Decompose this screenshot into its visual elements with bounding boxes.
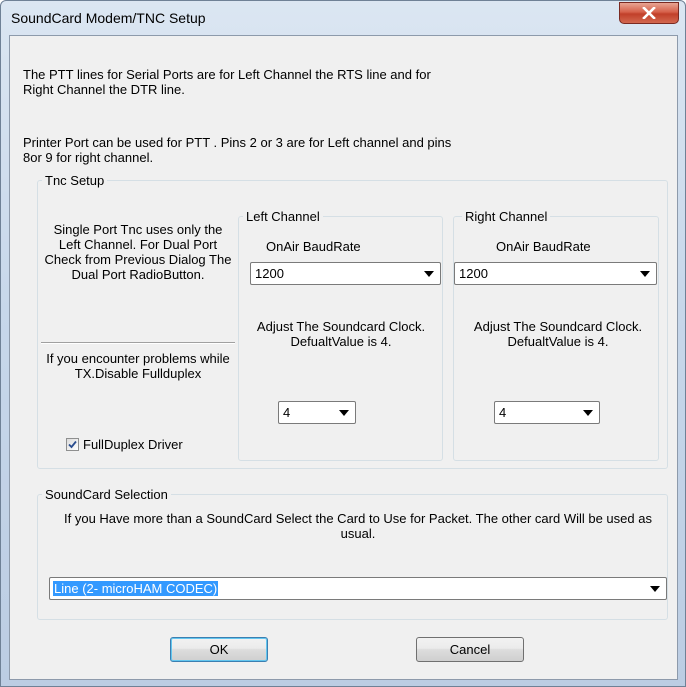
right-clock-value: 4 (499, 405, 507, 420)
close-icon (642, 7, 656, 19)
tnc-setup-legend: Tnc Setup (42, 173, 108, 188)
soundcard-selection-info: If you Have more than a SoundCard Select… (64, 511, 652, 541)
soundcard-selection-legend: SoundCard Selection (42, 487, 171, 502)
window-title: SoundCard Modem/TNC Setup (11, 10, 206, 26)
left-clock-value: 4 (283, 405, 291, 420)
ok-button[interactable]: OK (170, 637, 268, 662)
fullduplex-checkbox[interactable] (66, 438, 79, 451)
checkmark-icon (68, 440, 77, 449)
right-baud-label: OnAir BaudRate (496, 239, 591, 254)
chevron-down-icon (424, 271, 434, 277)
right-channel-legend: Right Channel (462, 209, 551, 224)
right-adjust-clock-info: Adjust The Soundcard Clock. DefualtValue… (473, 319, 643, 349)
printer-info-line1: Printer Port can be used for PTT . Pins … (23, 135, 452, 150)
right-clock-dropdown[interactable]: 4 (494, 401, 600, 424)
chevron-down-icon (650, 586, 660, 592)
left-baudrate-value: 1200 (255, 266, 284, 281)
title-bar[interactable]: SoundCard Modem/TNC Setup (1, 1, 686, 35)
dialog-window: SoundCard Modem/TNC Setup The PTT lines … (0, 0, 686, 687)
printer-info-line2: 8or 9 for right channel. (23, 150, 154, 165)
chevron-down-icon (583, 410, 593, 416)
soundcard-dropdown[interactable]: Line (2- microHAM CODEC) (49, 577, 667, 600)
dialog-client-area: The PTT lines for Serial Ports are for L… (9, 35, 678, 680)
fullduplex-problems-info: If you encounter problems while TX.Disab… (46, 351, 230, 381)
right-baudrate-dropdown[interactable]: 1200 (454, 262, 657, 285)
left-adjust-clock-info: Adjust The Soundcard Clock. DefualtValue… (256, 319, 426, 349)
single-port-info: Single Port Tnc uses only the Left Chann… (44, 222, 232, 282)
soundcard-selected-value: Line (2- microHAM CODEC) (53, 581, 219, 596)
left-baudrate-dropdown[interactable]: 1200 (250, 262, 441, 285)
tnc-divider (41, 342, 235, 344)
soundcard-selected-text: Line (2- microHAM CODEC) (53, 581, 219, 596)
close-button[interactable] (619, 2, 679, 24)
left-channel-legend: Left Channel (243, 209, 323, 224)
chevron-down-icon (640, 271, 650, 277)
left-baud-label: OnAir BaudRate (266, 239, 361, 254)
ptt-info-line1: The PTT lines for Serial Ports are for L… (23, 67, 431, 82)
ptt-info-line2: Right Channel the DTR line. (23, 82, 185, 97)
fullduplex-label[interactable]: FullDuplex Driver (83, 437, 183, 452)
right-baudrate-value: 1200 (459, 266, 488, 281)
cancel-button[interactable]: Cancel (416, 637, 524, 662)
left-clock-dropdown[interactable]: 4 (278, 401, 356, 424)
chevron-down-icon (339, 410, 349, 416)
